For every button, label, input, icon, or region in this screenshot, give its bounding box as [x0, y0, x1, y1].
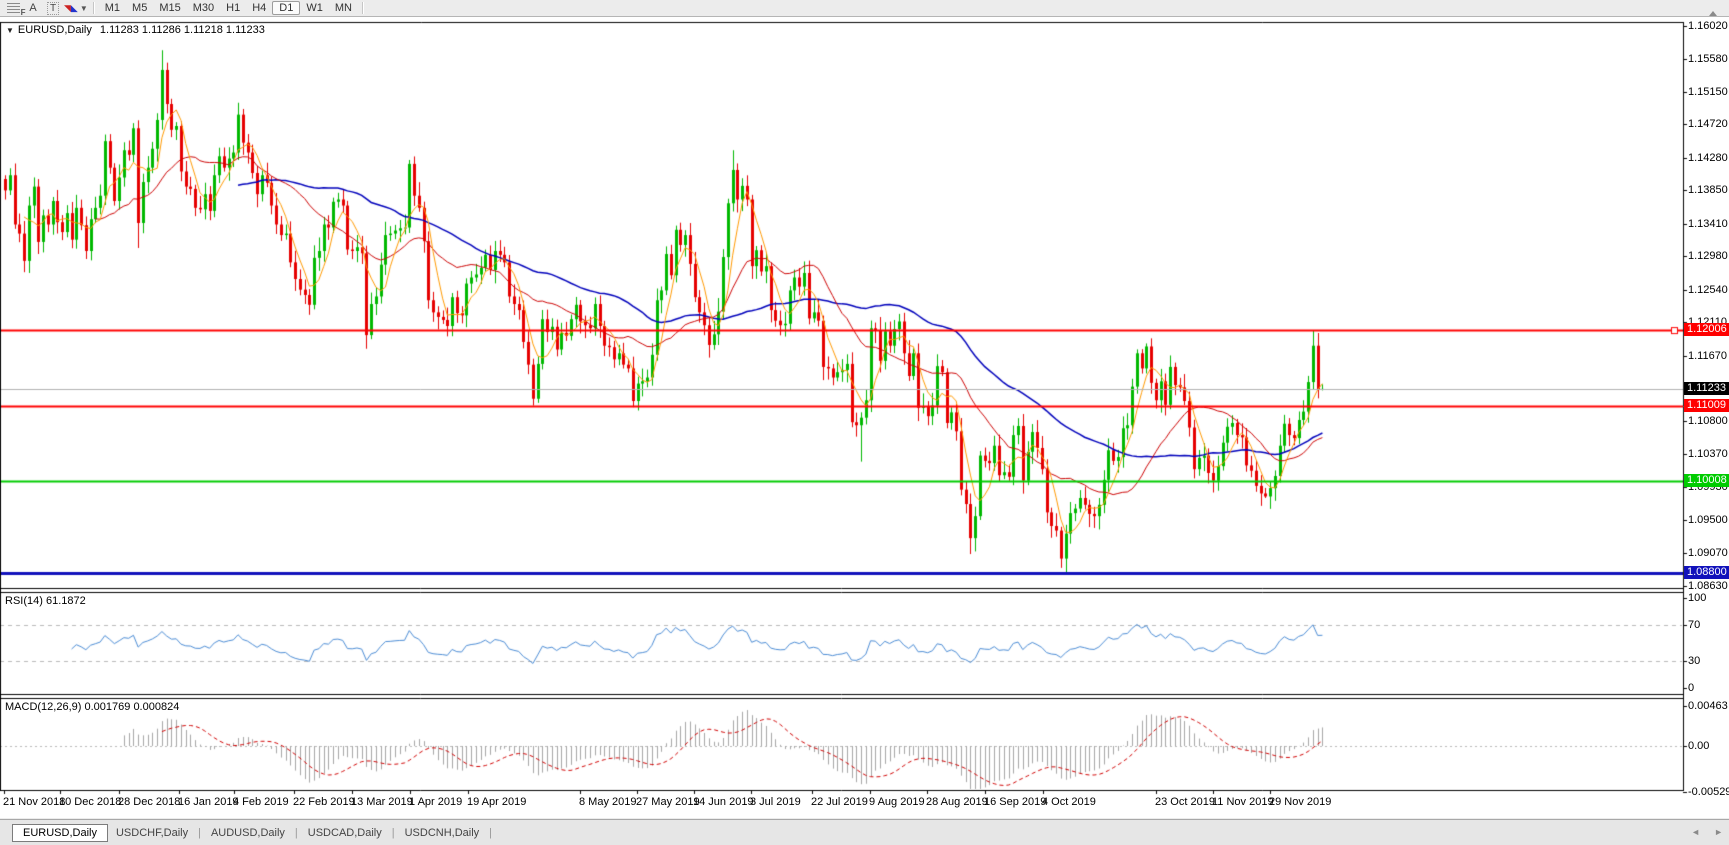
price-chart-canvas[interactable]	[0, 0, 1729, 844]
toolbar-separator	[361, 2, 364, 14]
chart-tab-eurusd[interactable]: EURUSD,Daily	[12, 824, 108, 842]
timeframe-button-h4[interactable]: H4	[246, 1, 272, 15]
tab-scroll-right-arrow[interactable]: ►	[1714, 827, 1723, 837]
arrow-down-glyph: ◣	[70, 2, 78, 13]
timeframe-button-h1[interactable]: H1	[220, 1, 246, 15]
font-icon[interactable]: A	[24, 1, 42, 15]
toolbar: F A T ◥ ◣ ▼ M1 M5 M15 M30 H1 H4 D1 W1 MN	[0, 0, 1729, 17]
tab-scroll-nav: ◄ ►	[1691, 827, 1723, 837]
grid-pattern-glyph: F	[6, 2, 26, 17]
timeframe-button-m30[interactable]: M30	[187, 1, 220, 15]
scroll-up-arrow[interactable]	[1709, 11, 1717, 16]
timeframe-button-w1[interactable]: W1	[300, 1, 329, 15]
tab-separator: |	[294, 826, 298, 839]
timeframe-button-m5[interactable]: M5	[126, 1, 153, 15]
text-label-icon[interactable]: T	[44, 1, 62, 15]
tab-separator: |	[391, 826, 395, 839]
timeframe-button-mn[interactable]: MN	[329, 1, 358, 15]
tab-scroll-left-arrow[interactable]: ◄	[1691, 827, 1700, 837]
tab-separator: |	[489, 826, 493, 839]
tabs-holder: EURUSD,Daily USDCHF,Daily | AUDUSD,Daily | US…	[0, 823, 494, 842]
chart-tab-usdchf[interactable]: USDCHF,Daily	[108, 825, 196, 841]
dropdown-caret-icon[interactable]: ▼	[80, 4, 88, 13]
timeframe-button-m15[interactable]: M15	[153, 1, 186, 15]
text-label-glyph: T	[46, 1, 60, 15]
chart-tab-usdcnh[interactable]: USDCNH,Daily	[397, 825, 488, 841]
tab-separator: |	[198, 826, 201, 839]
grid-pattern-icon[interactable]: F	[4, 1, 26, 17]
font-icon-glyph: A	[29, 2, 37, 14]
timeframe-button-group: M1 M5 M15 M30 H1 H4 D1 W1 MN	[99, 1, 358, 15]
timeframe-button-d1[interactable]: D1	[272, 1, 301, 15]
timeframe-button-m1[interactable]: M1	[99, 1, 126, 15]
metatrader-window: F A T ◥ ◣ ▼ M1 M5 M15 M30 H1 H4 D1 W1 MN ▼ EURUSD,…	[0, 0, 1729, 845]
chart-tab-audusd[interactable]: AUDUSD,Daily	[203, 825, 293, 841]
arrows-tool-icon[interactable]: ◥ ◣ ▼	[64, 1, 88, 15]
chart-tab-usdcad[interactable]: USDCAD,Daily	[300, 825, 390, 841]
chart-tab-bar: EURUSD,Daily USDCHF,Daily | AUDUSD,Daily | US…	[0, 819, 1729, 845]
arrow-up-glyph: ◥	[64, 2, 71, 13]
toolbar-separator	[92, 2, 95, 14]
